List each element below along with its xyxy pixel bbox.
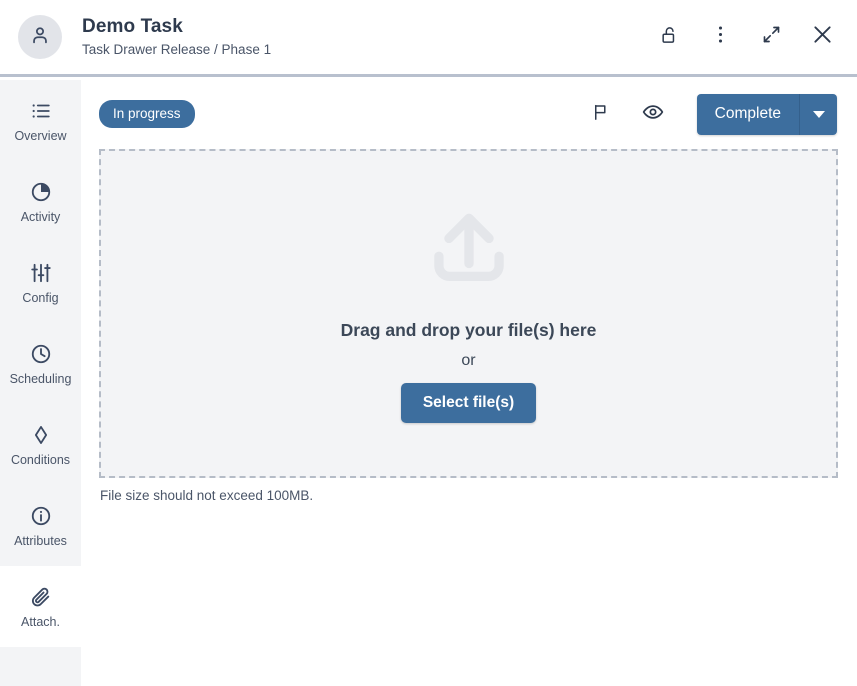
clock-icon [30,341,52,367]
sidebar-item-label: Conditions [10,452,71,467]
sidebar-item-activity[interactable]: Activity [0,161,81,242]
watch-button[interactable] [639,100,667,128]
user-avatar-icon [29,24,51,51]
sidebar-item-attachments[interactable]: Attach. [0,566,81,647]
unlock-icon [660,25,679,50]
chevron-down-icon [812,107,826,122]
sidebar-item-label: Activity [20,209,61,224]
sidebar-item-config[interactable]: Config [0,242,81,323]
complete-button[interactable]: Complete [696,93,799,135]
content-panel: In progress Complete Drag and drop your … [81,80,857,686]
sidebar-item-conditions[interactable]: Conditions [0,404,81,485]
sidebar-item-label: Attributes [14,533,67,548]
complete-dropdown-button[interactable] [799,93,837,135]
more-options-icon [718,24,723,50]
select-files-button[interactable]: Select file(s) [400,383,537,423]
task-drawer-window: Demo Task Task Drawer Release / Phase 1 [0,0,857,686]
unlock-button[interactable] [654,22,684,52]
dropzone-main-text: Drag and drop your file(s) here [340,320,597,340]
content-toolbar: In progress Complete [81,80,857,148]
sliders-icon [30,260,52,286]
file-dropzone[interactable]: Drag and drop your file(s) here or Selec… [99,149,838,478]
sidebar-item-label: Config [22,290,59,305]
diamond-icon [30,422,52,448]
sidebar-item-label: Overview [14,128,67,143]
expand-icon [761,24,782,50]
sidebar-item-attributes[interactable]: Attributes [0,485,81,566]
title-block: Demo Task Task Drawer Release / Phase 1 [82,16,271,59]
sidebar-item-overview[interactable]: Overview [0,80,81,161]
page-title: Demo Task [82,15,183,37]
toolbar-actions: Complete [587,93,837,135]
file-size-hint: File size should not exceed 100MB. [100,488,314,503]
breadcrumb: Task Drawer Release / Phase 1 [82,41,272,57]
avatar [18,15,62,59]
window-header: Demo Task Task Drawer Release / Phase 1 [0,0,857,77]
eye-icon [642,101,664,128]
upload-icon [426,204,512,295]
sidebar-item-label: Attach. [21,614,60,629]
flag-button[interactable] [587,100,615,128]
more-options-button[interactable] [705,22,735,52]
sidebar: Overview Activity Config Scheduling Cond… [0,80,81,686]
close-button[interactable] [807,22,837,52]
complete-button-group: Complete [696,93,837,135]
paperclip-icon [30,584,52,610]
sidebar-item-label: Scheduling [9,371,72,386]
list-icon [30,98,52,124]
info-icon [30,503,52,529]
close-icon [811,23,834,51]
flag-icon [591,102,610,127]
dropzone-or-text: or [461,352,476,369]
status-badge: In progress [99,100,195,128]
expand-button[interactable] [756,22,786,52]
header-actions [654,22,837,52]
pie-chart-icon [30,179,52,205]
sidebar-item-scheduling[interactable]: Scheduling [0,323,81,404]
